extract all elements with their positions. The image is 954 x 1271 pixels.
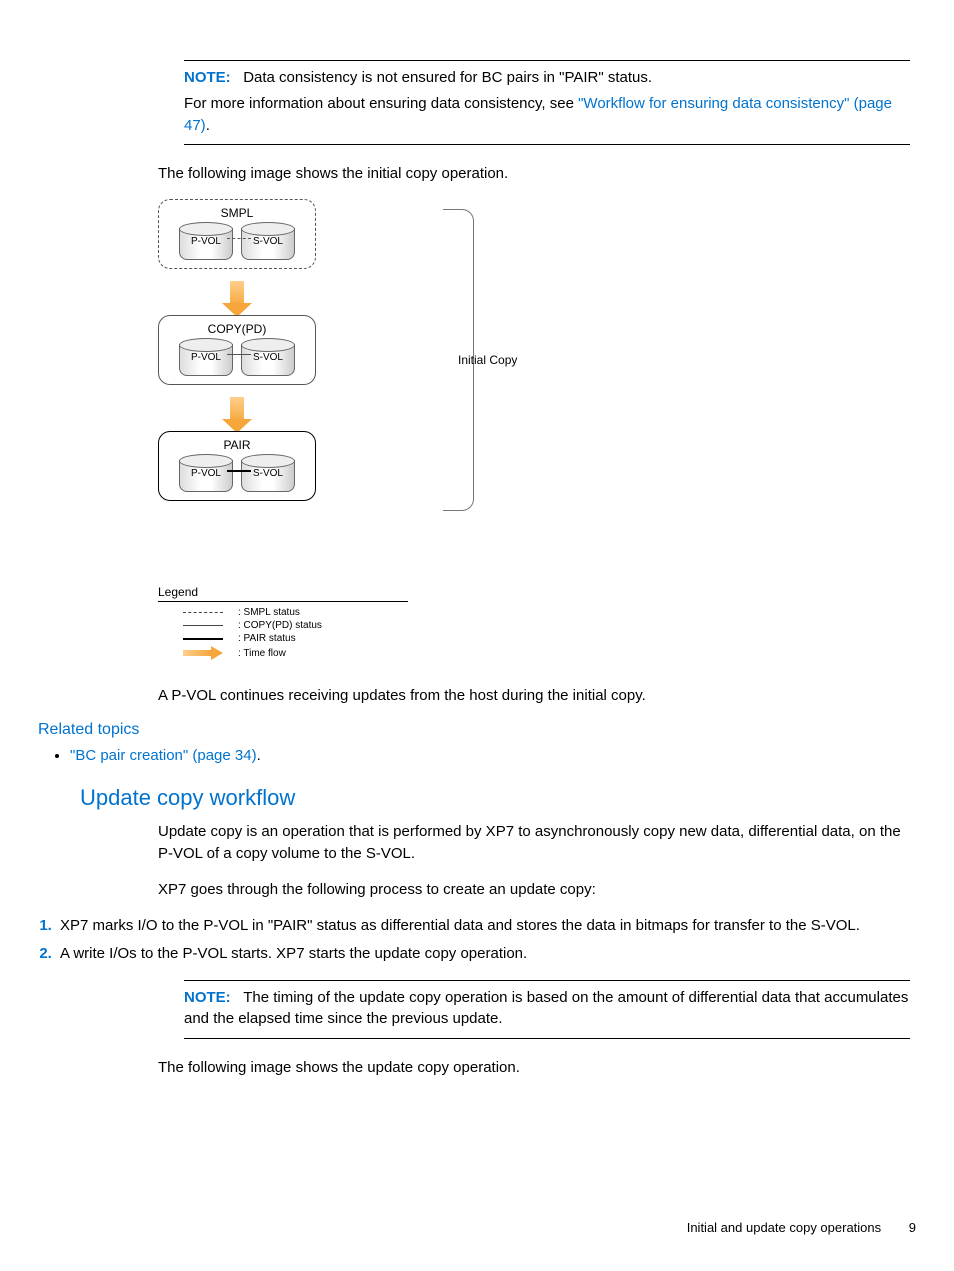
paragraph-update-image: The following image shows the update cop… [158, 1057, 910, 1079]
related-item-post: . [257, 747, 261, 764]
step-item: XP7 marks I/O to the P-VOL in "PAIR" sta… [56, 915, 916, 938]
pvol-label: P-VOL [179, 236, 233, 247]
paragraph-intro-image: The following image shows the initial co… [158, 163, 910, 185]
cylinder-icon: S-VOL [241, 222, 295, 260]
arrow-right-icon [183, 646, 223, 660]
state-title: COPY(PD) [167, 322, 307, 336]
cylinder-icon: P-VOL [179, 222, 233, 260]
related-item: "BC pair creation" (page 34). [70, 745, 916, 768]
pvol-label: P-VOL [179, 352, 233, 363]
heading-update-copy-workflow: Update copy workflow [80, 785, 916, 811]
legend-row: : SMPL status [158, 606, 408, 619]
cylinder-icon: S-VOL [241, 338, 295, 376]
note-text: Data consistency is not ensured for BC p… [243, 69, 652, 86]
note-label: NOTE: [184, 989, 231, 1006]
line-thick-icon [183, 638, 223, 640]
legend-label: : SMPL status [238, 607, 300, 618]
legend-label: : COPY(PD) status [238, 620, 322, 631]
note-box: NOTE: Data consistency is not ensured fo… [184, 60, 910, 145]
pvol-label: P-VOL [179, 468, 233, 479]
legend-row: : PAIR status [158, 632, 408, 645]
legend-title: Legend [158, 585, 408, 602]
legend-label: : PAIR status [238, 633, 296, 644]
note-box: NOTE: The timing of the update copy oper… [184, 980, 910, 1040]
cylinder-icon: S-VOL [241, 454, 295, 492]
state-title: PAIR [167, 438, 307, 452]
legend-label: : Time flow [238, 648, 286, 659]
legend-row: : Time flow [158, 645, 408, 661]
cylinder-icon: P-VOL [179, 338, 233, 376]
line-dash-icon [183, 612, 223, 613]
paragraph-after-diagram: A P-VOL continues receiving updates from… [158, 685, 910, 707]
cylinder-icon: P-VOL [179, 454, 233, 492]
note-more-pre: For more information about ensuring data… [184, 95, 578, 112]
legend: Legend : SMPL status : COPY(PD) status :… [158, 585, 408, 661]
note-text: The timing of the update copy operation … [184, 989, 908, 1028]
state-copy: COPY(PD) P-VOL S-VOL [158, 315, 316, 385]
paragraph-update-intro: Update copy is an operation that is perf… [158, 821, 910, 865]
legend-row: : COPY(PD) status [158, 619, 408, 632]
step-item: A write I/Os to the P-VOL starts. XP7 st… [56, 943, 916, 966]
arrow-down-icon [222, 281, 252, 317]
state-smpl: SMPL P-VOL S-VOL [158, 199, 316, 269]
related-topics-heading: Related topics [38, 721, 916, 739]
link-bc-pair-creation[interactable]: "BC pair creation" (page 34) [70, 747, 257, 764]
diagram-bracket-label: Initial Copy [458, 353, 517, 367]
initial-copy-diagram: Initial Copy SMPL P-VOL S-VOL COPY(PD) P… [158, 199, 578, 661]
state-pair: PAIR P-VOL S-VOL [158, 431, 316, 501]
note-label: NOTE: [184, 69, 231, 86]
paragraph-steps-intro: XP7 goes through the following process t… [158, 879, 910, 901]
page-footer: Initial and update copy operations 9 [687, 1220, 916, 1235]
state-title: SMPL [167, 206, 307, 220]
arrow-down-icon [222, 397, 252, 433]
footer-page-number: 9 [909, 1220, 916, 1235]
note-more-post: . [206, 117, 210, 134]
line-thin-icon [183, 625, 223, 626]
footer-section: Initial and update copy operations [687, 1220, 881, 1235]
